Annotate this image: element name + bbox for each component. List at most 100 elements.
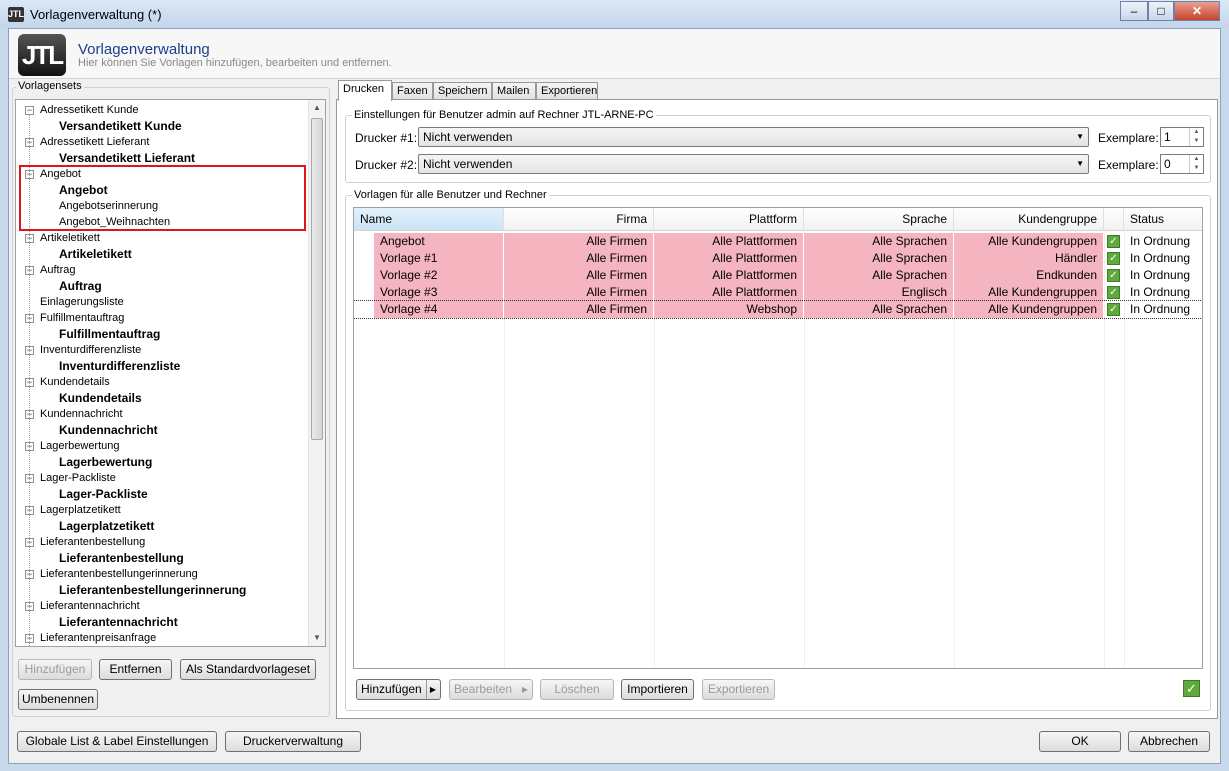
tree-item-label: Lieferantenbestellungerinnerung <box>40 568 198 580</box>
printer2-value: Nicht verwenden <box>423 157 513 171</box>
table-cell: Angebot <box>374 233 504 250</box>
tree-item-label: Versandetikett Lieferant <box>59 151 196 165</box>
jtl-logo: JTL <box>18 34 66 76</box>
window-title: Vorlagenverwaltung (*) <box>30 7 162 22</box>
table-cell: Alle Sprachen <box>804 267 954 284</box>
tree-item-label: Lager-Packliste <box>40 472 116 484</box>
play-arrow-icon[interactable]: ▶ <box>522 680 528 699</box>
tree-item-label: Adressetikett Kunde <box>40 104 139 116</box>
tree-item-label: Inventurdifferenzliste <box>59 359 181 373</box>
table-cell: Endkunden <box>954 267 1104 284</box>
ok-button[interactable]: OK <box>1039 731 1121 752</box>
table-cell: Händler <box>954 250 1104 267</box>
tpl-delete-button[interactable]: Löschen <box>540 679 614 700</box>
table-cell: Alle Plattformen <box>654 250 804 267</box>
column-header[interactable]: Firma <box>504 208 654 231</box>
highlight-box <box>19 165 306 231</box>
spin-arrows-icon[interactable]: ▲ ▼ <box>1189 128 1203 146</box>
status-check-icon: ✓ <box>1107 252 1120 265</box>
scroll-thumb[interactable] <box>311 118 323 440</box>
set-rename-button[interactable]: Umbenennen <box>18 689 98 710</box>
table-cell: Alle Sprachen <box>804 233 954 250</box>
tree-item-label: Versandetikett Kunde <box>59 119 182 133</box>
status-cell: In Ordnung <box>1124 267 1202 284</box>
chevron-down-icon: ▼ <box>1076 159 1084 168</box>
templates-grid[interactable]: Name Firma Plattform Sprache Kundengruppe Sta… <box>353 207 1203 669</box>
status-check-icon: ✓ <box>1107 235 1120 248</box>
printer-management-button[interactable]: Druckerverwaltung <box>225 731 361 752</box>
tpl-edit-label: Bearbeiten <box>454 682 513 696</box>
table-cell: Alle Firmen <box>504 267 654 284</box>
table-row[interactable]: Vorlage #2 Alle Firmen Alle Plattformen All… <box>354 267 1202 284</box>
sets-label: Vorlagensets <box>16 80 84 92</box>
copies1-label: Exemplare: <box>1098 131 1159 145</box>
printer1-value: Nicht verwenden <box>423 130 513 144</box>
close-button[interactable]: ✕ <box>1174 1 1220 21</box>
tpl-export-button[interactable]: Exportieren <box>702 679 775 700</box>
column-header[interactable]: Sprache <box>804 208 954 231</box>
table-cell: Alle Sprachen <box>804 301 954 318</box>
table-cell: Webshop <box>654 301 804 318</box>
printer2-label: Drucker #2: <box>355 158 418 172</box>
table-row[interactable]: Vorlage #1 Alle Firmen Alle Plattformen All… <box>354 250 1202 267</box>
table-row[interactable]: Vorlage #4 Alle Firmen Webshop Alle Sprache… <box>354 300 1202 319</box>
tree-item-label: Fulfillmentauftrag <box>40 312 125 324</box>
column-header[interactable]: Name <box>354 208 504 231</box>
tree-item-label: Artikeletikett <box>59 247 132 261</box>
column-header[interactable]: Plattform <box>654 208 804 231</box>
tree-item-label: Inventurdifferenzliste <box>40 344 142 356</box>
global-settings-button[interactable]: Globale List & Label Einstellungen <box>17 731 217 752</box>
tree-item-label: Adressetikett Lieferant <box>40 136 150 148</box>
copies1-value: 1 <box>1164 130 1171 144</box>
tpl-edit-button[interactable]: Bearbeiten ▶ <box>449 679 533 700</box>
tree-item-label: Auftrag <box>59 279 102 293</box>
column-header[interactable]: Status <box>1124 208 1202 231</box>
status-check-icon: ✓ <box>1107 269 1120 282</box>
scroll-up-icon[interactable]: ▲ <box>313 103 321 112</box>
minimize-button[interactable]: – <box>1120 1 1148 21</box>
printer1-select[interactable]: Nicht verwenden ▼ <box>418 127 1089 147</box>
spin-arrows-icon[interactable]: ▲ ▼ <box>1189 155 1203 173</box>
status-cell: In Ordnung <box>1124 250 1202 267</box>
table-cell: Alle Plattformen <box>654 267 804 284</box>
copies2-stepper[interactable]: 0 ▲ ▼ <box>1160 154 1204 174</box>
tree-item-label: Lagerbewertung <box>59 455 153 469</box>
tree-item-label: Auftrag <box>40 264 76 276</box>
printer2-select[interactable]: Nicht verwenden ▼ <box>418 154 1089 174</box>
status-ok-icon: ✓ <box>1183 680 1200 697</box>
tree-item-label: Lieferantenpreisanfrage <box>40 632 157 644</box>
table-cell: Alle Plattformen <box>654 233 804 250</box>
status-check-icon: ✓ <box>1107 286 1120 299</box>
tab-speichern[interactable]: Speichern <box>433 82 492 100</box>
set-remove-button[interactable]: Entfernen <box>99 659 172 680</box>
table-cell: Alle Kundengruppen <box>954 284 1104 301</box>
set-add-button[interactable]: Hinzufügen <box>18 659 92 680</box>
set-default-button[interactable]: Als Standardvorlageset <box>180 659 316 680</box>
cancel-button[interactable]: Abbrechen <box>1128 731 1210 752</box>
tpl-add-button[interactable]: Hinzufügen ▶ <box>356 679 441 700</box>
table-cell: Alle Firmen <box>504 233 654 250</box>
tpl-add-label: Hinzufügen <box>361 682 422 696</box>
maximize-button[interactable]: □ <box>1148 1 1174 21</box>
tree-item-label: Lieferantenbestellungerinnerung <box>59 583 247 597</box>
copies1-stepper[interactable]: 1 ▲ ▼ <box>1160 127 1204 147</box>
table-cell: Alle Kundengruppen <box>954 301 1104 318</box>
tab-drucken[interactable]: Drucken <box>338 80 392 101</box>
app-icon: JTL <box>8 7 24 22</box>
scroll-down-icon[interactable]: ▼ <box>313 633 321 642</box>
tab-exportieren[interactable]: Exportieren <box>536 82 598 100</box>
table-row[interactable]: Vorlage #3 Alle Firmen Alle Plattformen Eng… <box>354 284 1202 301</box>
tab-mailen[interactable]: Mailen <box>492 82 536 100</box>
column-header[interactable]: Kundengruppe <box>954 208 1104 231</box>
play-arrow-icon[interactable]: ▶ <box>425 680 436 699</box>
column-header[interactable] <box>1104 208 1124 231</box>
tree-item-label: Kundennachricht <box>40 408 123 420</box>
table-cell: Alle Plattformen <box>654 284 804 301</box>
tpl-import-button[interactable]: Importieren <box>621 679 694 700</box>
tree-scrollbar[interactable]: ▲ ▼ <box>308 100 325 646</box>
tab-faxen[interactable]: Faxen <box>392 82 433 100</box>
table-cell: Alle Firmen <box>504 284 654 301</box>
tree-item-label: Lieferantenbestellung <box>59 551 184 565</box>
tree-item-label: Lieferantenbestellung <box>40 536 146 548</box>
table-row[interactable]: Angebot Alle Firmen Alle Plattformen Alle S… <box>354 233 1202 250</box>
